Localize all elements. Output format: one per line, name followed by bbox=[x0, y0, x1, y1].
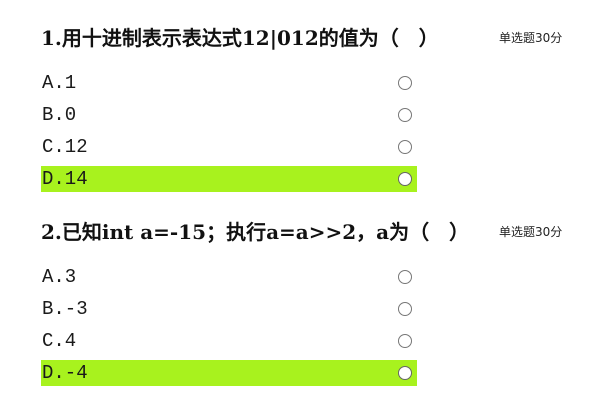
radio-circle-icon[interactable] bbox=[398, 334, 412, 348]
option-label: D.-4 bbox=[42, 362, 88, 384]
option-label: A.3 bbox=[42, 266, 77, 288]
radio-circle-icon[interactable] bbox=[398, 108, 412, 122]
option-label: B.0 bbox=[42, 104, 77, 126]
question-title: 2.已知int a=-15；执行a=a>>2，a为（ ） bbox=[41, 220, 470, 244]
option-list: A.1 B.0 C.12 D.14 bbox=[41, 70, 417, 198]
radio-circle-icon[interactable] bbox=[398, 366, 412, 380]
option-c[interactable]: C.4 bbox=[41, 328, 417, 354]
option-d[interactable]: D.14 bbox=[41, 166, 417, 192]
option-c[interactable]: C.12 bbox=[41, 134, 417, 160]
radio-circle-icon[interactable] bbox=[398, 76, 412, 90]
option-b[interactable]: B.-3 bbox=[41, 296, 417, 322]
option-list: A.3 B.-3 C.4 D.-4 bbox=[41, 264, 417, 392]
question-title: 1.用十进制表示表达式12|012的值为（ ） bbox=[41, 26, 439, 50]
option-d[interactable]: D.-4 bbox=[41, 360, 417, 386]
option-label: C.4 bbox=[42, 330, 77, 352]
option-label: C.12 bbox=[42, 136, 88, 158]
option-b[interactable]: B.0 bbox=[41, 102, 417, 128]
option-label: A.1 bbox=[42, 72, 77, 94]
radio-circle-icon[interactable] bbox=[398, 270, 412, 284]
question-header: 2.已知int a=-15；执行a=a>>2，a为（ ） 单选题30分 bbox=[41, 218, 581, 246]
option-label: D.14 bbox=[42, 168, 88, 190]
question-type-label: 单选题30分 bbox=[499, 31, 563, 45]
option-label: B.-3 bbox=[42, 298, 88, 320]
radio-circle-icon[interactable] bbox=[398, 140, 412, 154]
question-header: 1.用十进制表示表达式12|012的值为（ ） 单选题30分 bbox=[41, 24, 581, 52]
option-a[interactable]: A.3 bbox=[41, 264, 417, 290]
question-type-label: 单选题30分 bbox=[499, 225, 563, 239]
option-a[interactable]: A.1 bbox=[41, 70, 417, 96]
radio-circle-icon[interactable] bbox=[398, 302, 412, 316]
radio-circle-icon[interactable] bbox=[398, 172, 412, 186]
